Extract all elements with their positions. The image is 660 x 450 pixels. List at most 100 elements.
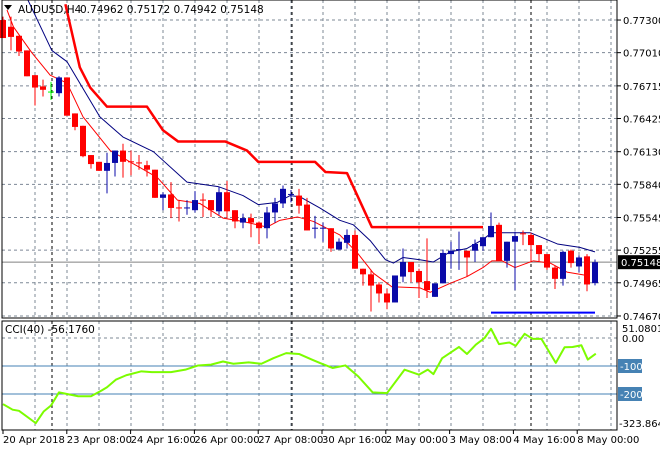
- time-tick-label: 2 May 00:00: [386, 435, 448, 446]
- candle-body: [408, 261, 414, 273]
- candle-body: [120, 150, 126, 162]
- candle-body: [432, 283, 438, 297]
- candle: [432, 283, 438, 297]
- cci-level-label: -100: [620, 362, 643, 373]
- candle-body: [248, 218, 254, 223]
- price-tick-label: 0.75840: [623, 180, 660, 191]
- candle-body: [528, 234, 534, 246]
- candle: [544, 254, 550, 270]
- price-tick-label: 0.76715: [623, 82, 660, 93]
- candle-body: [144, 165, 150, 170]
- candle-body: [488, 225, 494, 238]
- candle-body: [232, 210, 238, 222]
- candle-body: [336, 241, 342, 250]
- price-tick-label: 0.75545: [623, 214, 660, 225]
- candle-body: [552, 267, 558, 279]
- candle-body: [112, 150, 118, 163]
- price-tick-label: 0.76130: [623, 148, 660, 159]
- candle: [96, 161, 102, 171]
- candle-body: [240, 218, 246, 223]
- price-tick-label: 0.74965: [623, 279, 660, 290]
- time-tick-label: 20 Apr 2018: [3, 435, 65, 446]
- candle-body: [376, 284, 382, 294]
- cci-zero-label: 0.00: [622, 334, 644, 345]
- time-tick-label: 3 May 08:00: [450, 435, 512, 446]
- cci-level-label: -200: [620, 390, 643, 401]
- candle-body: [152, 169, 158, 198]
- candle-body: [272, 203, 278, 213]
- candle-body: [32, 75, 38, 88]
- chart-header: AUDUSD,H4 0.74962 0.75172 0.74942 0.7514…: [4, 4, 264, 16]
- candle-body: [472, 243, 478, 251]
- candle: [328, 228, 334, 252]
- candle-body: [584, 256, 590, 285]
- candle-body: [504, 241, 510, 261]
- candle-body: [160, 194, 166, 198]
- cci-label: CCI(40) -56.1760: [5, 324, 95, 336]
- candle-body: [392, 275, 398, 303]
- candle-body: [24, 50, 30, 77]
- time-tick-label: 4 May 16:00: [513, 435, 575, 446]
- candle-body: [296, 195, 302, 206]
- ohlc-values: 0.74962 0.75172 0.74942 0.75148: [80, 4, 264, 16]
- price-tick-label: 0.74670: [623, 312, 660, 323]
- candle: [24, 50, 30, 77]
- trading-chart[interactable]: 0.77300 0.77010 0.76715 0.76425 0.76130 0.758…: [0, 0, 660, 450]
- candle: [592, 259, 598, 286]
- current-price-label: 0.75148: [621, 258, 660, 269]
- candle-body: [360, 268, 366, 275]
- price-tick-label: 0.77300: [623, 16, 660, 27]
- candle-body: [344, 234, 350, 243]
- candle-body: [64, 77, 70, 116]
- candle-body: [328, 228, 334, 249]
- candle-body: [8, 26, 14, 37]
- candle-body: [280, 188, 286, 204]
- candle: [496, 222, 502, 261]
- candle-body: [424, 281, 430, 291]
- candle-body: [16, 35, 22, 52]
- candle-body: [400, 261, 406, 277]
- time-tick-label: 30 Apr 16:00: [322, 435, 387, 446]
- candle-body: [464, 250, 470, 258]
- candle-body: [88, 155, 94, 165]
- candle-body: [40, 86, 46, 90]
- candle-body: [56, 77, 62, 94]
- candle-body: [192, 200, 198, 211]
- candle-body: [544, 254, 550, 268]
- cci-min-label: -323.8641: [619, 419, 660, 430]
- candle-body: [384, 293, 390, 303]
- candle-body: [208, 200, 214, 211]
- candle: [440, 249, 446, 284]
- time-tick-label: 23 Apr 08:00: [67, 435, 132, 446]
- candle-body: [224, 192, 230, 212]
- candle-body: [104, 162, 110, 171]
- candle-body: [264, 212, 270, 229]
- candle: [352, 230, 358, 269]
- candle-body: [256, 222, 262, 229]
- candle-body: [368, 274, 374, 286]
- time-tick-label: 26 Apr 00:00: [194, 435, 259, 446]
- candle-body: [448, 250, 454, 255]
- price-tick-label: 0.77010: [623, 49, 660, 60]
- candle-body: [304, 204, 310, 231]
- candle-body: [480, 237, 486, 247]
- candle-body: [216, 192, 222, 212]
- candle: [64, 77, 70, 116]
- time-tick-label: 24 Apr 16:00: [131, 435, 196, 446]
- candle-body: [576, 257, 582, 267]
- symbol-label: AUDUSD,H4: [18, 4, 82, 16]
- candle-body: [592, 262, 598, 284]
- time-tick-label: 27 Apr 08:00: [258, 435, 323, 446]
- candle-body: [168, 194, 174, 208]
- price-tick-label: 0.76425: [623, 114, 660, 125]
- candle-body: [72, 113, 78, 127]
- candle-body: [80, 125, 86, 157]
- candle-body: [0, 20, 6, 39]
- time-tick-label: 8 May 00:00: [577, 435, 639, 446]
- candle-body: [416, 270, 422, 283]
- candle-body: [560, 251, 566, 279]
- candle-body: [536, 245, 542, 255]
- candle-body: [440, 252, 446, 284]
- candle-body: [96, 161, 102, 171]
- candle-body: [568, 250, 574, 264]
